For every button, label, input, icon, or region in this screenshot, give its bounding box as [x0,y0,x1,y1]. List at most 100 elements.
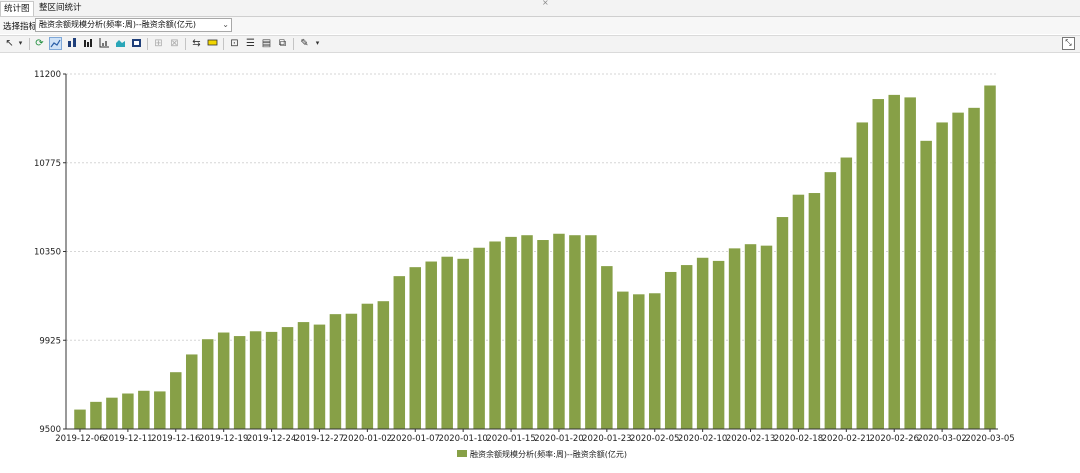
toolbar-separator [293,38,294,50]
chevron-down-icon: ⌄ [222,20,229,29]
column-chart-icon[interactable] [82,37,95,50]
dropdown-arrow-icon[interactable]: ▾ [14,37,27,50]
list-icon[interactable]: ☰ [244,37,257,50]
x-tick-label: 2020-01-15 [486,434,535,444]
copy-icon[interactable]: ⧉ [276,37,289,50]
zoom-out-icon[interactable]: ⊠ [168,37,181,50]
bar [696,257,709,429]
bar [553,233,565,429]
x-tick-label: 2019-12-06 [55,434,104,444]
x-tick-label: 2020-01-20 [534,434,583,444]
line-chart-icon[interactable] [49,37,62,50]
bar [840,157,853,429]
bar [856,122,869,430]
financing-balance-bar-chart: 95009925103501077511200 2019-12-062019-1… [34,70,1015,459]
bar [425,261,437,429]
bar [74,409,86,429]
restore-window-icon[interactable]: ⤡ [1062,37,1075,50]
bar-series [74,85,996,430]
x-tick-label: 2020-01-10 [438,434,487,444]
chart-toolbar: ↖ ▾ ⟳ ⊞ ⊠ ⇆ ⊡ ☰ ▤ ⧉ ✎ ▾ ⤡ [0,35,1080,53]
x-tick-label: 2020-02-10 [678,434,727,444]
bar-chart-icon[interactable] [66,37,79,50]
bar [122,393,134,429]
y-tick-label: 10350 [34,248,61,258]
data-table-icon[interactable]: ⊡ [228,37,241,50]
legend-swatch [457,450,467,457]
y-tick-label: 10775 [34,159,61,169]
x-tick-label: 2020-03-05 [965,434,1014,444]
bar [728,248,741,429]
bar [808,193,821,429]
bar [569,235,581,429]
legend-label: 融资余额规模分析(频率:周)--融资余额(亿元) [470,449,627,459]
bar [792,194,805,429]
bar [712,260,725,429]
stacked-chart-icon[interactable] [130,37,143,50]
bar [537,240,549,429]
bar [106,397,118,429]
area-chart-icon[interactable] [114,37,127,50]
bar [760,245,773,429]
bar [361,303,374,429]
legend: 融资余额规模分析(频率:周)--融资余额(亿元) [457,449,627,459]
bar [505,236,517,429]
bar [281,327,294,429]
y-tick-labels: 95009925103501077511200 [34,70,61,435]
x-tick-label: 2019-12-27 [295,434,344,444]
bar [968,107,980,429]
bar [345,313,358,429]
x-tick-label: 2020-02-21 [822,434,871,444]
bar [313,324,326,429]
x-tick-label: 2020-02-18 [774,434,823,444]
bar [633,294,645,429]
bar [457,258,469,429]
x-tick-labels: 2019-12-062019-12-112019-12-162019-12-19… [55,434,1014,444]
bar [744,244,757,429]
bar [920,140,932,429]
tab-chart[interactable]: 统计图 [0,1,34,16]
y-tick-label: 9925 [39,336,61,346]
brush-icon[interactable]: ✎ [298,37,311,50]
bar [154,391,166,429]
x-tick-label: 2019-12-19 [199,434,248,444]
tab-interval-stats[interactable]: 整区间统计 [36,1,85,15]
indicator-select-value: 融资余额规模分析(频率:周)--融资余额(亿元) [39,20,196,29]
indicator-label: 选择指标 [3,22,38,32]
bar [824,172,837,429]
indicator-select[interactable]: 融资余额规模分析(频率:周)--融资余额(亿元) ⌄ [35,18,232,32]
bar [489,241,501,429]
bar [265,331,278,429]
zoom-in-icon[interactable]: ⊞ [152,37,165,50]
bar [680,265,693,429]
close-icon[interactable]: × [542,0,549,7]
indicator-selector-bar: 选择指标 融资余额规模分析(频率:周)--融资余额(亿元) ⌄ [0,17,1080,34]
bar [888,94,900,429]
toolbar-separator [147,38,148,50]
swap-axes-icon[interactable]: ⇆ [190,37,203,50]
bar [601,266,613,429]
bar [904,97,916,429]
x-tick-label: 2020-02-26 [870,434,919,444]
bar [90,401,102,429]
refresh-icon[interactable]: ⟳ [33,37,46,50]
bar [984,85,996,429]
toolbar-separator [185,38,186,50]
highlight-icon[interactable] [206,37,219,50]
grid-icon[interactable]: ▤ [260,37,273,50]
bar [138,390,150,429]
bar [521,235,533,429]
bar [952,112,964,429]
bar [297,322,310,429]
x-tick-label: 2020-01-02 [343,434,392,444]
toolbar-separator [223,38,224,50]
dropdown-arrow-icon[interactable]: ▾ [311,37,324,50]
bar [776,217,789,429]
tab-bar: 统计图 整区间统计 × [0,0,1080,17]
x-tick-label: 2020-03-02 [917,434,966,444]
y-tick-label: 11200 [34,70,61,80]
x-tick-label: 2020-02-05 [630,434,679,444]
scatter-chart-icon[interactable] [98,37,111,50]
bar [648,293,661,429]
bar [249,331,262,429]
